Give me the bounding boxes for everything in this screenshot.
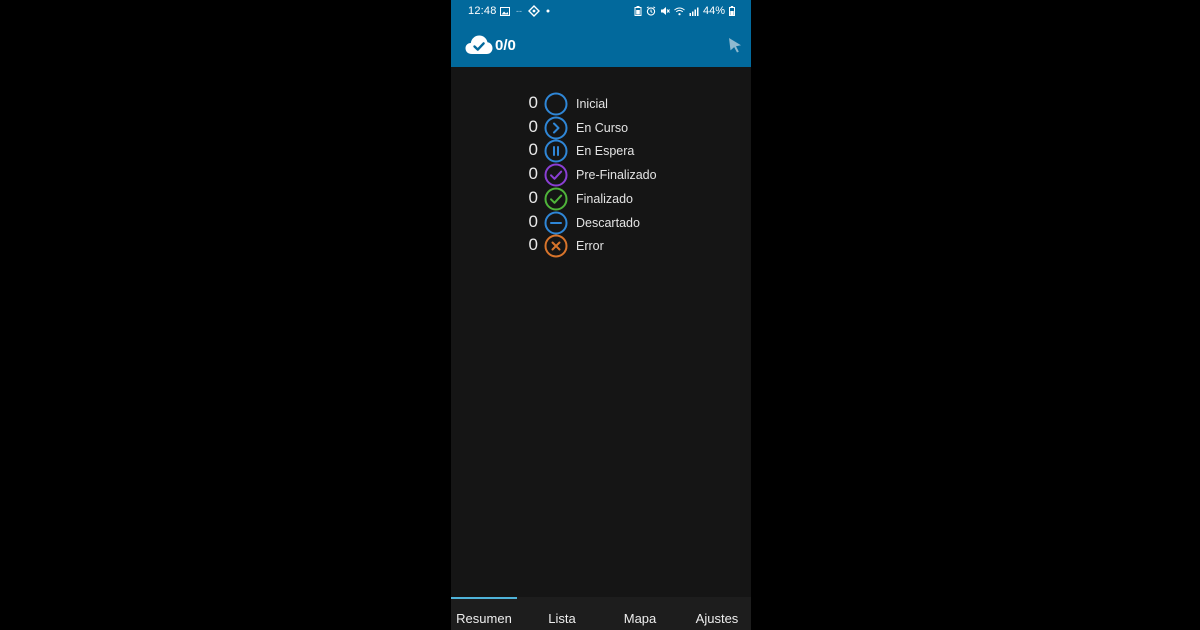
mute-icon <box>660 7 670 15</box>
row-label: Pre-Finalizado <box>576 168 657 183</box>
chevron-right-icon <box>544 116 568 140</box>
tab-mapa[interactable]: Mapa <box>606 597 674 630</box>
row-count: 0 <box>528 187 538 207</box>
gallery-icon <box>500 6 510 16</box>
summary-row-en-curso: 0 En Curso <box>451 116 751 140</box>
x-icon <box>544 234 568 258</box>
summary-row-inicial: 0 Inicial <box>451 92 751 116</box>
row-count: 0 <box>528 211 538 231</box>
summary-row-finalizado: 0 Finalizado <box>451 187 751 211</box>
row-count: 0 <box>528 235 538 255</box>
tab-resumen[interactable]: Resumen <box>451 597 517 630</box>
row-label: En Espera <box>576 144 635 159</box>
tab-ajustes[interactable]: Ajustes <box>683 597 751 630</box>
signal-icon <box>689 7 699 16</box>
dot-icon <box>546 9 550 13</box>
row-label: Inicial <box>576 97 608 111</box>
wifi-icon <box>674 7 685 15</box>
battery-saver-icon <box>634 6 642 16</box>
alarm-icon <box>646 6 656 16</box>
row-count: 0 <box>528 164 538 184</box>
row-count: 0 <box>528 116 538 136</box>
bottom-tab-bar: Resumen Lista Mapa Ajustes <box>451 597 751 630</box>
status-bar: 12:48 -- 44% <box>451 0 751 22</box>
battery-icon <box>729 6 735 16</box>
status-notification-icons: -- <box>500 5 550 17</box>
cloud-sync-icon[interactable] <box>465 34 493 56</box>
summary-row-en-espera: 0 En Espera <box>451 139 751 163</box>
battery-percent: 44% <box>702 5 725 17</box>
tab-lista[interactable]: Lista <box>528 597 596 630</box>
check-icon <box>544 187 568 211</box>
app-header: 12:48 -- 44% 0/0 <box>451 0 751 67</box>
circle-empty-icon <box>544 92 568 116</box>
row-label: En Curso <box>576 120 629 135</box>
summary-row-error: 0 Error <box>451 234 751 258</box>
row-label: Finalizado <box>576 191 633 206</box>
summary-row-descartado: 0 Descartado <box>451 211 751 235</box>
status-system-icons: 44% <box>634 5 735 17</box>
row-label: Error <box>576 239 604 254</box>
row-count: 0 <box>528 93 538 112</box>
location-target-icon <box>528 5 540 17</box>
row-label: Descartado <box>576 215 640 230</box>
pause-icon <box>544 139 568 163</box>
phone-screen: 12:48 -- 44% 0/0 0 Inicial 0 En Curso 0 … <box>451 0 751 630</box>
cursor-pointer-icon[interactable] <box>728 37 742 53</box>
sync-counter: 0/0 <box>495 37 516 54</box>
dash-divider: -- <box>516 6 522 16</box>
status-time: 12:48 <box>468 5 497 17</box>
row-count: 0 <box>528 140 538 160</box>
check-icon <box>544 163 568 187</box>
summary-row-pre-finalizado: 0 Pre-Finalizado <box>451 163 751 187</box>
minus-icon <box>544 211 568 234</box>
